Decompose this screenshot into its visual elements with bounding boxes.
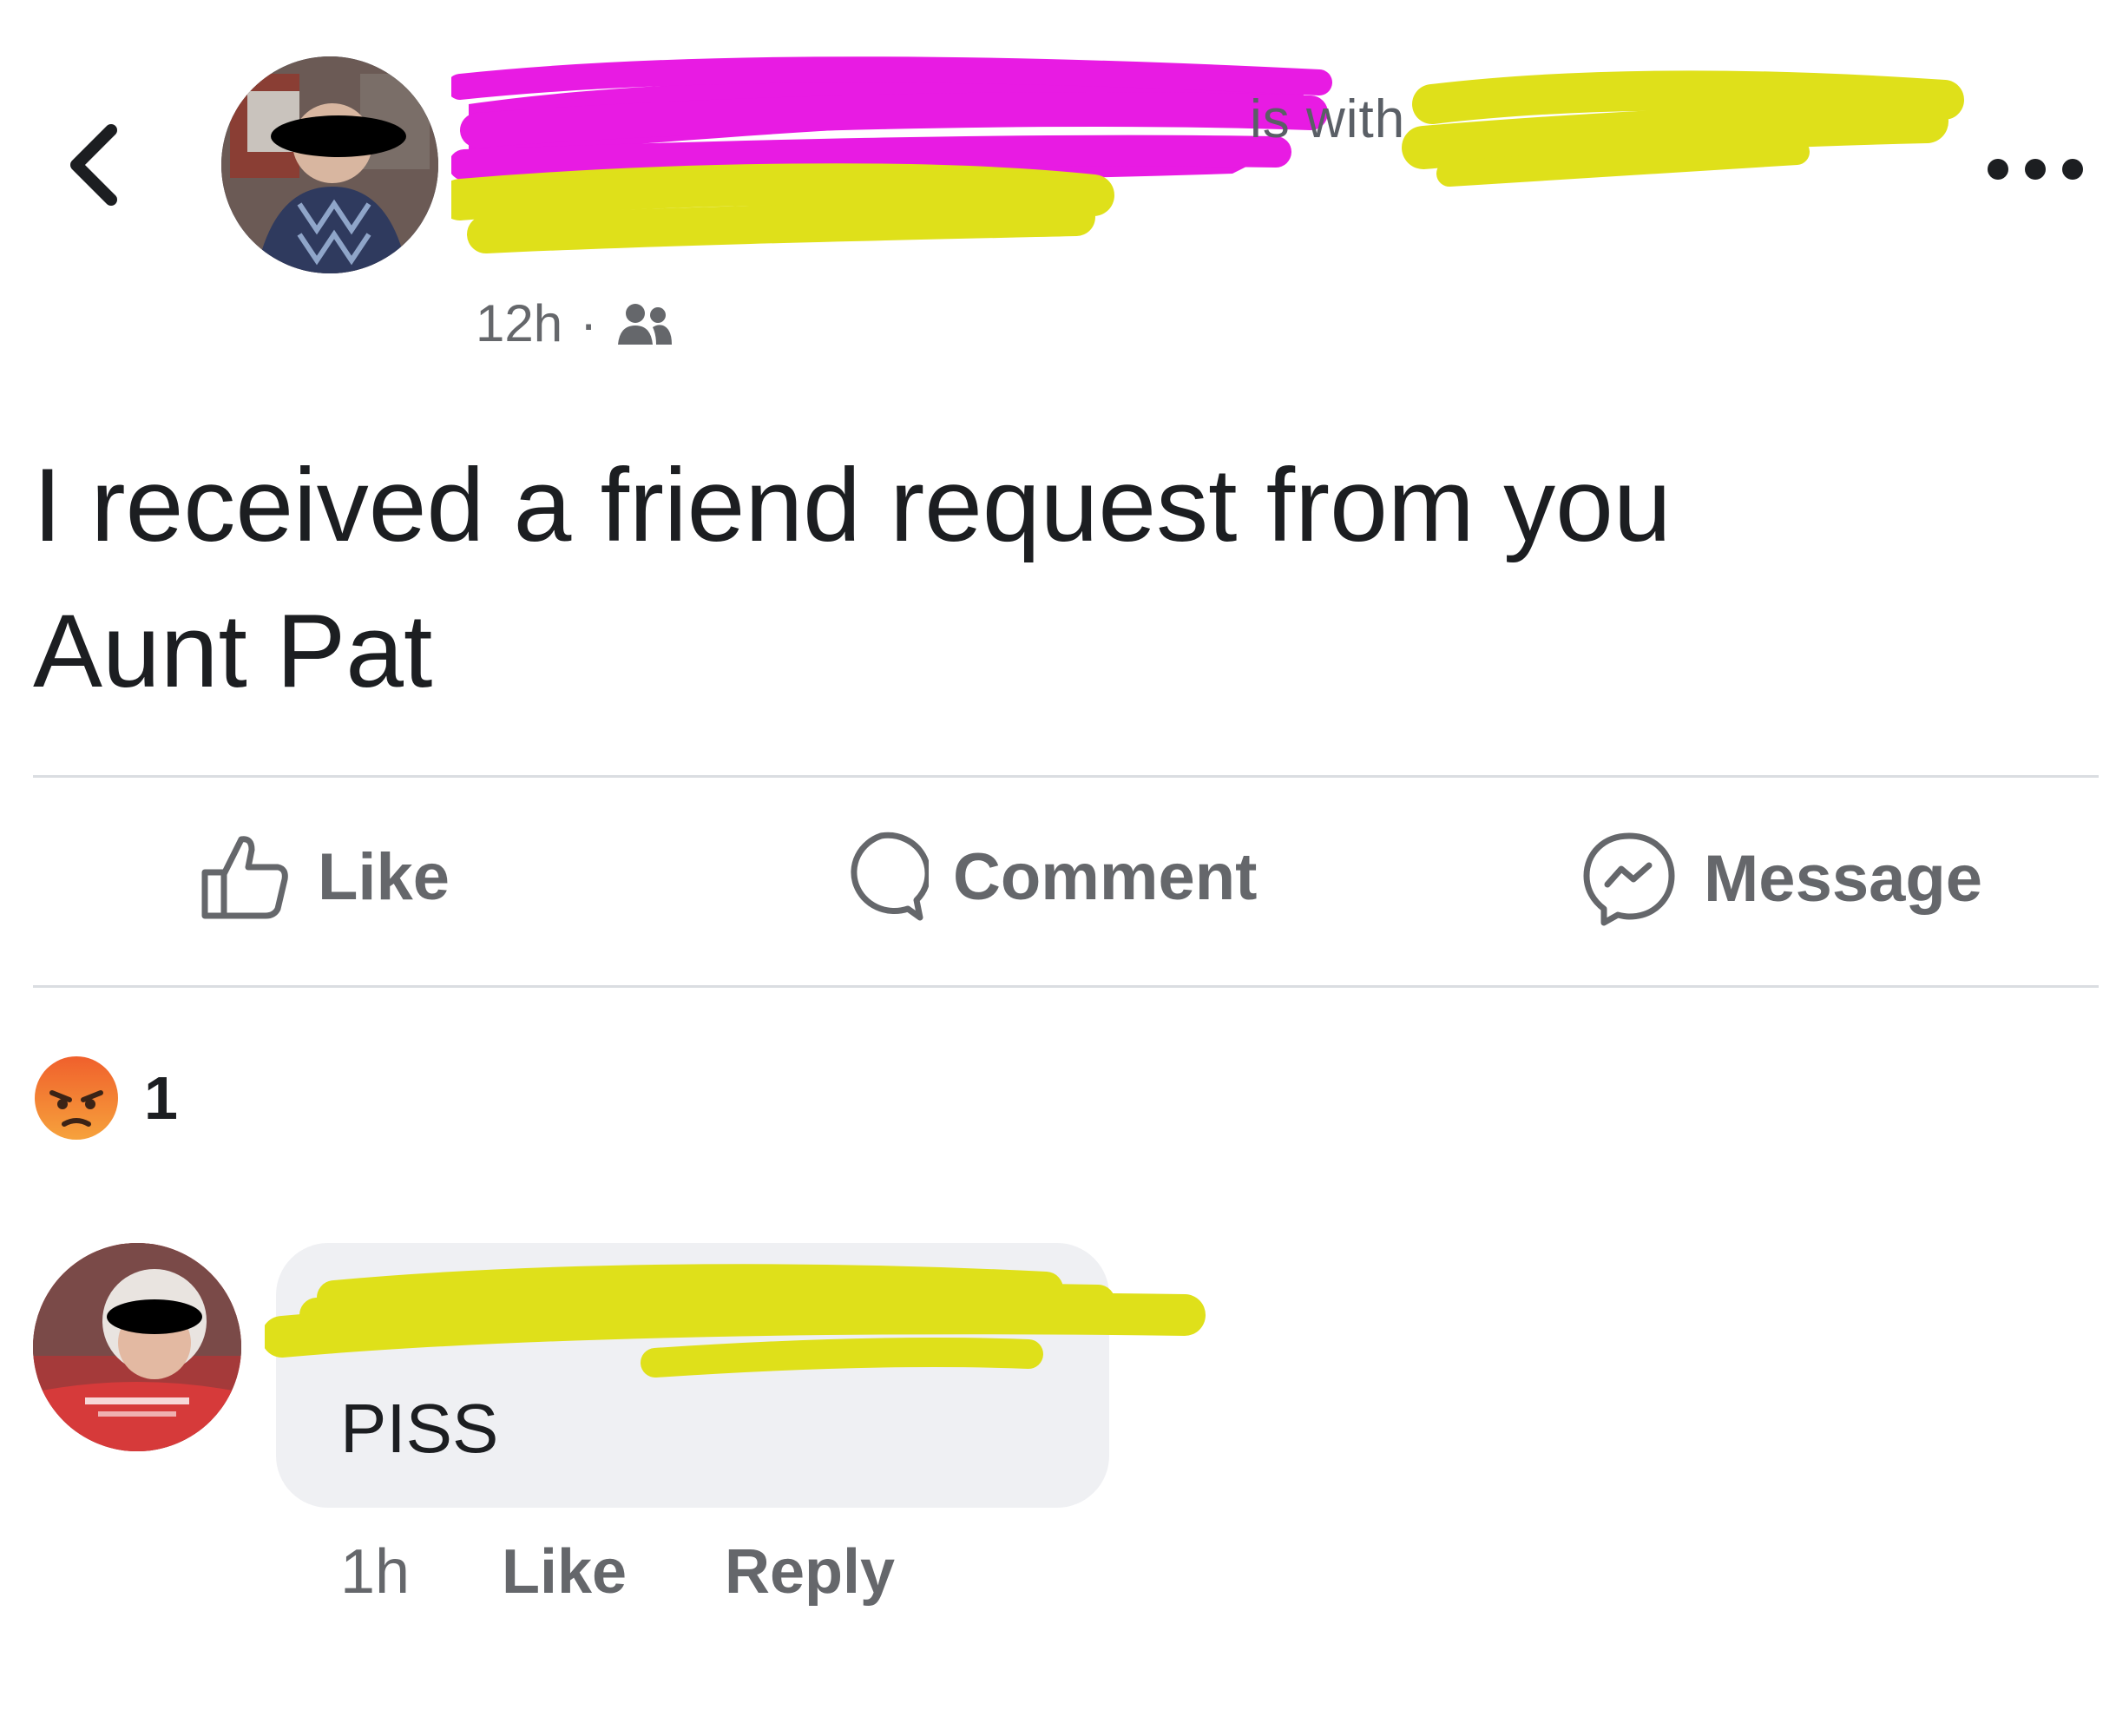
post-meta: 12h ·: [476, 293, 675, 353]
comment-reply-button[interactable]: Reply: [725, 1536, 895, 1608]
back-button[interactable]: [61, 122, 130, 208]
with-text: is with: [1250, 89, 1406, 149]
divider-top: [33, 775, 2099, 778]
friends-icon[interactable]: [614, 298, 675, 350]
censor-bar: [271, 115, 406, 157]
author-photo: [221, 56, 438, 273]
thumbs-up-icon: [201, 836, 288, 919]
message-label: Message: [1704, 842, 1983, 916]
commenter-avatar[interactable]: [33, 1243, 241, 1451]
comment-bubble-icon: [851, 832, 929, 921]
redaction-scribble: [451, 56, 1964, 253]
reaction-count: 1: [144, 1064, 178, 1132]
comment-button[interactable]: Comment: [833, 829, 1257, 924]
more-options-button[interactable]: [1988, 143, 2083, 195]
chevron-left-icon: [70, 124, 117, 206]
ellipsis-icon-dot: [2025, 159, 2046, 180]
ellipsis-icon-dot: [2062, 159, 2083, 180]
angry-face-icon: [35, 1056, 118, 1140]
post-author-header[interactable]: is with: [451, 52, 1970, 278]
comment-time[interactable]: 1h: [340, 1536, 410, 1608]
censor-bar: [107, 1299, 202, 1334]
commenter-photo: [33, 1243, 241, 1451]
post-body-text: I received a friend request from you Aun…: [33, 432, 2029, 724]
reaction-summary[interactable]: 1: [33, 1055, 178, 1141]
like-label: Like: [318, 839, 450, 914]
commenter-name[interactable]: [265, 1263, 1211, 1393]
post-timestamp[interactable]: 12h: [476, 293, 562, 353]
comment-like-button[interactable]: Like: [502, 1536, 627, 1608]
comment-label: Comment: [953, 839, 1258, 914]
meta-separator: ·: [580, 294, 598, 352]
divider-bottom: [33, 985, 2099, 988]
author-avatar[interactable]: [221, 56, 438, 273]
like-button[interactable]: Like: [198, 829, 450, 924]
messenger-icon: [1583, 832, 1675, 926]
message-button[interactable]: Message: [1580, 829, 1982, 929]
comment-text: PISS: [340, 1390, 499, 1467]
redaction-scribble: [265, 1264, 1206, 1378]
post-text-line: I received a friend request from you: [33, 447, 1672, 563]
post-text-line: Aunt Pat: [33, 593, 433, 709]
ellipsis-icon-dot: [1988, 159, 2008, 180]
